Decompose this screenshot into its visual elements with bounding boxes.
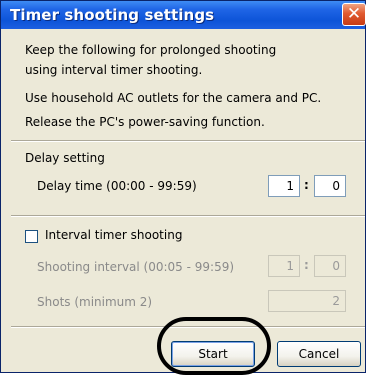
title-bar[interactable]: Timer shooting settings ✕ bbox=[1, 1, 366, 29]
delay-time-label: Delay time (00:00 - 99:59) bbox=[37, 179, 197, 193]
highlight-circle bbox=[157, 317, 271, 375]
delay-minutes-field[interactable]: 1 bbox=[268, 175, 300, 197]
intro-line-2: using interval timer shooting. bbox=[25, 63, 203, 77]
intro-line-3: Use household AC outlets for the camera … bbox=[25, 91, 322, 105]
separator-1 bbox=[11, 140, 365, 142]
delay-seconds-field[interactable]: 0 bbox=[314, 175, 346, 197]
interval-seconds-field[interactable]: 0 bbox=[314, 255, 346, 277]
shots-field[interactable]: 2 bbox=[268, 290, 346, 312]
separator-2 bbox=[11, 215, 365, 217]
delay-section-label: Delay setting bbox=[25, 151, 105, 165]
intro-line-4: Release the PC's power-saving function. bbox=[25, 115, 265, 129]
interval-separator: : bbox=[304, 258, 309, 272]
timer-shooting-dialog: Timer shooting settings ✕ Keep the follo… bbox=[0, 0, 366, 375]
delay-separator: : bbox=[304, 178, 309, 192]
intro-line-1: Keep the following for prolonged shootin… bbox=[25, 43, 277, 57]
close-button[interactable]: ✕ bbox=[342, 3, 366, 26]
interval-timer-checkbox[interactable] bbox=[25, 230, 38, 243]
close-icon: ✕ bbox=[346, 4, 362, 24]
cancel-button[interactable]: Cancel bbox=[277, 341, 361, 367]
shots-label: Shots (minimum 2) bbox=[37, 295, 153, 309]
interval-timer-label[interactable]: Interval timer shooting bbox=[45, 228, 182, 242]
interval-minutes-field[interactable]: 1 bbox=[268, 255, 300, 277]
dialog-title: Timer shooting settings bbox=[10, 6, 215, 24]
shooting-interval-label: Shooting interval (00:05 - 99:59) bbox=[37, 260, 235, 274]
